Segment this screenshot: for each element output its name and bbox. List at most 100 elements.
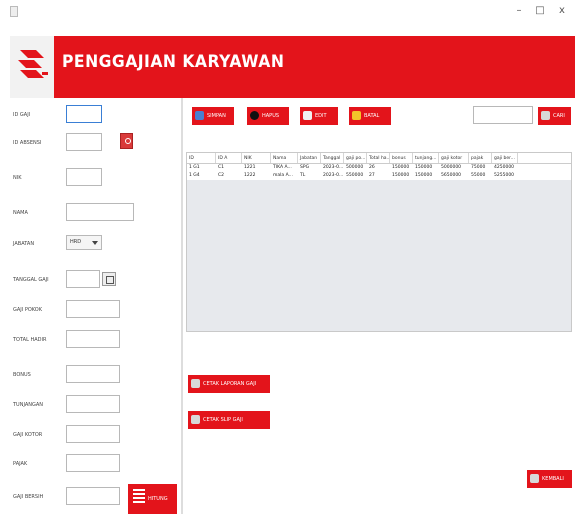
batal-button[interactable]: BATAL: [349, 107, 391, 125]
edit-icon: [303, 111, 312, 120]
column-header[interactable]: NIK: [242, 153, 271, 163]
table-cell: 2023-0...: [323, 173, 344, 178]
table-cell: 500000: [346, 165, 364, 170]
table-cell: 5650000: [441, 173, 462, 178]
window-titlebar: – □ x: [0, 0, 575, 32]
table-cell: 150000: [415, 165, 433, 170]
table-cell: 5000000: [441, 165, 462, 170]
label-gaji-bersih: GAJI BERSIH: [13, 494, 44, 500]
table-cell: 55000: [471, 173, 486, 178]
column-header[interactable]: Jabatan: [298, 153, 321, 163]
table-cell: 150000: [392, 165, 410, 170]
label-id-absensi: ID ABSENSI: [13, 140, 42, 146]
hapus-button[interactable]: HAPUS: [247, 107, 289, 125]
cetak-slip-button[interactable]: CETAK SLIP GAJI: [188, 411, 270, 429]
column-header[interactable]: tunjang...: [413, 153, 439, 163]
jabatan-selected-value: HRD: [70, 239, 82, 245]
hitung-button[interactable]: HITUNG: [128, 484, 177, 514]
label-gaji-pokok: GAJI POKOK: [13, 307, 43, 313]
back-icon: [530, 474, 539, 483]
id-absensi-input[interactable]: [66, 133, 102, 151]
label-nik: NIK: [13, 175, 22, 181]
column-header[interactable]: gaji po...: [344, 153, 367, 163]
label-pajak: PAJAK: [13, 461, 28, 467]
table-row[interactable]: 1 G1 C1 1221 TIKA A... SPG 2023-0... 500000 26 1…: [187, 164, 571, 172]
column-header[interactable]: gaji ber...: [492, 153, 518, 163]
table-cell: 1 G4: [189, 173, 200, 178]
table-cell: 75000: [471, 165, 486, 170]
table-row[interactable]: 1 G4 C2 1222 mala A... TL 2023-0... 550000 27 15…: [187, 172, 571, 180]
table-cell: 5255000: [494, 173, 515, 178]
payroll-table[interactable]: ID ID A NIK Nama Jabatan Tanggal gaji po... Tot…: [186, 152, 572, 332]
nik-input[interactable]: [66, 168, 102, 186]
tunjangan-input[interactable]: [66, 395, 120, 413]
gaji-kotor-input[interactable]: [66, 425, 120, 443]
column-header[interactable]: gaji kotor: [439, 153, 469, 163]
search-absensi-button[interactable]: [120, 133, 133, 149]
table-cell: TL: [300, 173, 306, 178]
table-cell: 26: [369, 165, 375, 170]
panel-divider: [181, 98, 183, 514]
header-banner: PENGGAJIAN KARYAWAN: [10, 36, 575, 98]
table-cell: 1222: [244, 173, 256, 178]
column-header[interactable]: ID: [187, 153, 216, 163]
column-header[interactable]: Nama: [271, 153, 298, 163]
nama-input[interactable]: [66, 203, 134, 221]
table-cell: 150000: [392, 173, 410, 178]
company-logo-icon: [10, 36, 54, 98]
table-cell: 27: [369, 173, 375, 178]
calendar-icon[interactable]: [102, 272, 116, 286]
jabatan-select[interactable]: HRD: [66, 235, 102, 250]
close-button[interactable]: x: [555, 4, 569, 18]
cancel-icon: [352, 111, 361, 120]
table-cell: TIKA A...: [273, 165, 292, 170]
table-cell: C2: [218, 173, 225, 178]
cari-button[interactable]: CARI: [538, 107, 571, 125]
label-total-hadir: TOTAL HADIR: [13, 337, 47, 343]
label-id-gaji: ID GAJI: [13, 112, 31, 118]
table-cell: mala A...: [273, 173, 293, 178]
table-cell: 550000: [346, 173, 364, 178]
save-icon: [195, 111, 204, 120]
delete-icon: [250, 111, 259, 120]
column-header[interactable]: bonus: [390, 153, 413, 163]
search-icon: [541, 111, 550, 120]
column-header[interactable]: ID A: [216, 153, 242, 163]
kembali-button[interactable]: KEMBALI: [527, 470, 572, 488]
table-cell: 1221: [244, 165, 256, 170]
simpan-button[interactable]: SIMPAN: [192, 107, 234, 125]
cetak-laporan-button[interactable]: CETAK LAPORAN GAJI: [188, 375, 270, 393]
page-title: PENGGAJIAN KARYAWAN: [62, 52, 285, 72]
label-bonus: BONUS: [13, 372, 31, 378]
column-header[interactable]: Tanggal: [321, 153, 344, 163]
app-icon: [10, 6, 18, 17]
table-header: ID ID A NIK Nama Jabatan Tanggal gaji po... Tot…: [187, 153, 571, 164]
gaji-pokok-input[interactable]: [66, 300, 120, 318]
table-cell: 4250000: [494, 165, 515, 170]
label-tanggal-gaji: TANGGAL GAJI: [13, 277, 49, 283]
search-input[interactable]: [473, 106, 533, 124]
printer-icon: [191, 415, 200, 424]
minimize-button[interactable]: –: [512, 4, 526, 18]
label-gaji-kotor: GAJI KOTOR: [13, 432, 43, 438]
tanggal-gaji-input[interactable]: [66, 270, 100, 288]
total-hadir-input[interactable]: [66, 330, 120, 348]
gaji-bersih-input[interactable]: [66, 487, 120, 505]
printer-icon: [191, 379, 200, 388]
maximize-button[interactable]: □: [533, 4, 547, 18]
bonus-input[interactable]: [66, 365, 120, 383]
edit-button[interactable]: EDIT: [300, 107, 338, 125]
column-header[interactable]: Total ha...: [367, 153, 390, 163]
chevron-down-icon: [92, 241, 98, 245]
column-header[interactable]: pajak: [469, 153, 492, 163]
table-cell: C1: [218, 165, 225, 170]
hitung-label: HITUNG: [148, 496, 168, 502]
pajak-input[interactable]: [66, 454, 120, 472]
table-body: 1 G1 C1 1221 TIKA A... SPG 2023-0... 500000 26 1…: [187, 164, 571, 180]
label-tunjangan: TUNJANGAN: [13, 402, 44, 408]
table-cell: 1 G1: [189, 165, 200, 170]
table-cell: 2023-0...: [323, 165, 344, 170]
table-cell: 150000: [415, 173, 433, 178]
id-gaji-input[interactable]: [66, 105, 102, 123]
label-nama: NAMA: [13, 210, 28, 216]
